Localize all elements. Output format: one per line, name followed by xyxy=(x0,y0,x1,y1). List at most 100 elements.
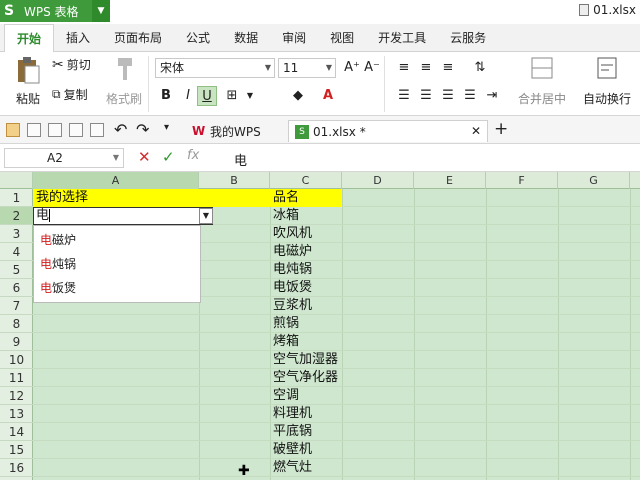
app-menu-caret-icon[interactable]: ▼ xyxy=(92,0,110,22)
open-folder-icon[interactable] xyxy=(6,123,20,137)
new-tab-button[interactable]: + xyxy=(494,119,508,139)
row-header[interactable]: 9 xyxy=(0,333,33,351)
format-painter-button[interactable]: 格式刷 xyxy=(104,56,144,112)
row-header[interactable]: 6 xyxy=(0,279,33,297)
row-header[interactable]: 2 xyxy=(0,207,33,225)
save-icon[interactable] xyxy=(27,123,41,137)
tab-review[interactable]: 审阅 xyxy=(270,24,318,52)
cell-c8[interactable]: 煎锅 xyxy=(270,315,380,333)
list-item[interactable]: 电饭煲 xyxy=(40,278,76,298)
confirm-icon[interactable]: ✓ xyxy=(162,148,175,166)
row-header[interactable]: 1 xyxy=(0,189,33,207)
column-header-c[interactable]: C xyxy=(270,172,342,189)
cell-c6[interactable]: 电饭煲 xyxy=(270,279,380,297)
cell-c5[interactable]: 电炖锅 xyxy=(270,261,380,279)
tab-insert[interactable]: 插入 xyxy=(54,24,102,52)
cell-c2[interactable]: 冰箱 xyxy=(270,207,380,225)
tab-page-layout[interactable]: 页面布局 xyxy=(102,24,174,52)
column-header-a[interactable]: A xyxy=(33,172,199,189)
row-header[interactable]: 5 xyxy=(0,261,33,279)
row-header[interactable]: 10 xyxy=(0,351,33,369)
insert-function-icon[interactable]: fx xyxy=(187,148,199,163)
align-left-icon[interactable]: ☰ xyxy=(394,86,414,106)
tab-developer[interactable]: 开发工具 xyxy=(366,24,438,52)
align-right-icon[interactable]: ☰ xyxy=(438,86,458,106)
paste-button[interactable]: 粘贴 xyxy=(8,56,48,112)
row-header[interactable]: 12 xyxy=(0,387,33,405)
formula-input[interactable]: 电 xyxy=(234,150,247,169)
align-middle-icon[interactable]: ≡ xyxy=(416,58,436,78)
list-item[interactable]: 电炖锅 xyxy=(40,254,76,274)
cancel-icon[interactable]: ✕ xyxy=(138,148,151,166)
row-header[interactable]: 15 xyxy=(0,441,33,459)
cell-c7[interactable]: 豆浆机 xyxy=(270,297,380,315)
print-preview-icon[interactable] xyxy=(48,123,62,137)
row-header[interactable]: 3 xyxy=(0,225,33,243)
justify-icon[interactable]: ☰ xyxy=(460,86,480,106)
active-cell-editor[interactable]: 电 xyxy=(33,207,213,225)
redo-icon[interactable]: ↷ xyxy=(136,120,149,139)
tab-data[interactable]: 数据 xyxy=(222,24,270,52)
cell-c11[interactable]: 空气净化器 xyxy=(270,369,380,387)
tab-document[interactable]: S 01.xlsx * ✕ xyxy=(288,120,488,142)
cell-c3[interactable]: 吹风机 xyxy=(270,225,380,243)
merge-center-button[interactable]: 合并居中 xyxy=(510,56,574,112)
font-color-icon[interactable]: A xyxy=(318,86,338,106)
column-header-f[interactable]: F xyxy=(486,172,558,189)
cut-button[interactable]: ✂ 剪切 xyxy=(52,56,91,73)
list-item[interactable]: 电磁炉 xyxy=(40,230,76,250)
bold-button[interactable]: B xyxy=(156,86,176,106)
row-header[interactable]: 14 xyxy=(0,423,33,441)
font-family-select[interactable]: 宋体 ▼ xyxy=(155,58,275,78)
increase-font-icon[interactable]: A⁺ xyxy=(342,58,362,78)
row-header[interactable]: 7 xyxy=(0,297,33,315)
cell-c15[interactable]: 破壁机 xyxy=(270,441,380,459)
align-center-icon[interactable]: ☰ xyxy=(416,86,436,106)
fill-color-icon[interactable]: ◆ xyxy=(288,86,308,106)
spreadsheet-grid[interactable]: A B C D E F G 1 2 3 4 5 6 7 8 9 10 11 12 13 14 15 16 我的… xyxy=(0,172,640,480)
tab-cloud[interactable]: 云服务 xyxy=(438,24,498,52)
name-box[interactable]: A2 ▼ xyxy=(4,148,124,168)
underline-button[interactable]: U xyxy=(197,86,217,106)
wrap-text-button[interactable]: 自动换行 xyxy=(578,56,636,112)
column-header-b[interactable]: B xyxy=(199,172,270,189)
row-header[interactable]: 4 xyxy=(0,243,33,261)
cell-c16[interactable]: 燃气灶 xyxy=(270,459,380,477)
copy-button[interactable]: ⧉ 复制 xyxy=(52,86,88,103)
close-tab-icon[interactable]: ✕ xyxy=(471,124,481,138)
decrease-font-icon[interactable]: A⁻ xyxy=(362,58,382,78)
cell-c13[interactable]: 料理机 xyxy=(270,405,380,423)
tab-formulas[interactable]: 公式 xyxy=(174,24,222,52)
print-icon[interactable] xyxy=(69,123,83,137)
cell-c14[interactable]: 平底锅 xyxy=(270,423,380,441)
export-pdf-icon[interactable] xyxy=(90,123,104,137)
align-top-icon[interactable]: ≡ xyxy=(394,58,414,78)
text-direction-icon[interactable]: ⇅ xyxy=(470,58,490,78)
customize-qat-icon[interactable]: ▾ xyxy=(164,122,169,133)
align-bottom-icon[interactable]: ≡ xyxy=(438,58,458,78)
row-header[interactable]: 13 xyxy=(0,405,33,423)
cell-c9[interactable]: 烤箱 xyxy=(270,333,380,351)
tab-view[interactable]: 视图 xyxy=(318,24,366,52)
italic-button[interactable]: I xyxy=(178,86,198,106)
indent-icon[interactable]: ⇥ xyxy=(482,86,502,106)
border-icon[interactable]: ⊞ xyxy=(222,86,242,106)
undo-icon[interactable]: ↶ xyxy=(114,120,127,139)
dropdown-arrow-icon[interactable]: ▼ xyxy=(199,208,213,224)
column-header-g[interactable]: G xyxy=(558,172,630,189)
select-all-corner[interactable] xyxy=(0,172,33,189)
tab-my-wps[interactable]: W 我的WPS xyxy=(186,120,267,142)
column-header-e[interactable]: E xyxy=(414,172,486,189)
font-size-select[interactable]: 11 ▼ xyxy=(278,58,336,78)
cell-c1[interactable]: 品名 xyxy=(270,189,380,207)
tab-home[interactable]: 开始 xyxy=(4,24,55,52)
app-menu-button[interactable]: S WPS 表格 ▼ xyxy=(0,0,110,22)
cell-c10[interactable]: 空气加湿器 xyxy=(270,351,380,369)
cell-c4[interactable]: 电磁炉 xyxy=(270,243,380,261)
row-header[interactable]: 8 xyxy=(0,315,33,333)
row-header[interactable]: 11 xyxy=(0,369,33,387)
column-header-d[interactable]: D xyxy=(342,172,414,189)
row-header[interactable]: 16 xyxy=(0,459,33,477)
chevron-down-icon[interactable]: ▼ xyxy=(240,86,260,106)
cell-c12[interactable]: 空调 xyxy=(270,387,380,405)
